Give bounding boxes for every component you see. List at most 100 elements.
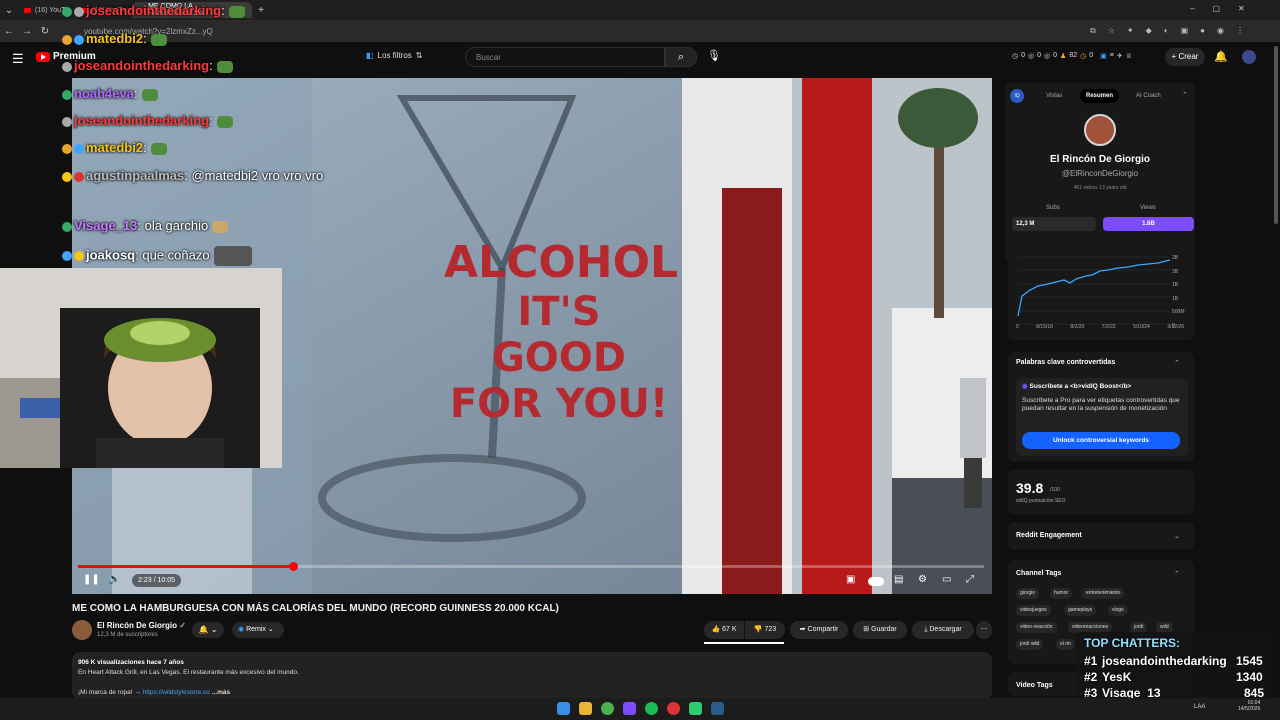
chat-message: agustinpaalmas: @matedbi2 vro vro vro bbox=[62, 168, 323, 183]
chat-username: joseandointhedarking bbox=[74, 58, 210, 73]
input-language[interactable]: LAA bbox=[1194, 704, 1205, 710]
bookmark-star-icon[interactable]: ☆ bbox=[1108, 26, 1115, 36]
youtube-icon bbox=[24, 7, 31, 13]
subs-toggle[interactable]: 12,3 M bbox=[1012, 217, 1096, 231]
start-menu-icon[interactable] bbox=[557, 702, 570, 715]
show-more-link[interactable]: ...más bbox=[212, 689, 230, 696]
theater-mode-icon[interactable]: ▭ bbox=[942, 574, 951, 585]
video-description[interactable]: 906 K visualizaciones hace 7 años En Hea… bbox=[72, 652, 992, 700]
profile-icon[interactable]: ◉ bbox=[1217, 26, 1224, 36]
app-icon[interactable] bbox=[689, 702, 702, 715]
vidiq-player-icon[interactable]: ▣ bbox=[846, 574, 855, 585]
chart-gridlines bbox=[1018, 256, 1170, 325]
autoplay-toggle[interactable] bbox=[868, 577, 884, 586]
subs-label: Subs bbox=[1046, 205, 1060, 211]
maximize-icon[interactable]: ▢ bbox=[1212, 4, 1220, 13]
reload-icon[interactable]: ↻ bbox=[36, 26, 54, 37]
create-button[interactable]: + Crear bbox=[1165, 48, 1205, 66]
chat-username: matedbi2 bbox=[86, 140, 144, 155]
extension-icon[interactable]: ◐ bbox=[1164, 26, 1169, 36]
extension-icon[interactable]: ● bbox=[1200, 26, 1205, 36]
channel-tag[interactable]: humor bbox=[1050, 588, 1073, 599]
subtitles-icon[interactable]: ▤ bbox=[894, 574, 903, 585]
browser-menu-icon[interactable]: ⋮ bbox=[1236, 26, 1244, 36]
more-actions-icon[interactable]: ⋯ bbox=[976, 621, 992, 639]
system-clock[interactable]: 01:04 14/5/2026 bbox=[1238, 700, 1260, 712]
close-icon[interactable]: ✕ bbox=[1238, 4, 1245, 13]
channel-tag[interactable]: gameplays bbox=[1064, 605, 1097, 616]
chat-badge-icon bbox=[62, 6, 72, 17]
chat-username: joakosq bbox=[86, 247, 136, 263]
save-button[interactable]: ⊞ Guardar bbox=[853, 621, 907, 639]
chrome-icon[interactable] bbox=[601, 702, 614, 715]
channel-tag[interactable]: videojuegos bbox=[1016, 605, 1051, 616]
chat-username: joseandointhedarking bbox=[86, 3, 222, 18]
app-icon[interactable] bbox=[667, 702, 680, 715]
channel-tag[interactable]: jordi wild bbox=[1016, 639, 1044, 650]
remix-button[interactable]: ◉ Remix ⌄ bbox=[232, 622, 284, 638]
vidiq-channel-meta: 461 videos 13 years old bbox=[1073, 185, 1127, 191]
notifications-bell-icon[interactable]: 🔔 bbox=[1214, 50, 1228, 63]
expand-chevron-icon[interactable]: ⌄ bbox=[1174, 532, 1180, 540]
microphone-icon[interactable]: 🎙 bbox=[707, 49, 721, 62]
search-icon[interactable]: ⌕ bbox=[665, 47, 697, 67]
download-button[interactable]: ⤓ Descargar bbox=[912, 621, 974, 639]
views-toggle[interactable]: 1.6B bbox=[1103, 217, 1194, 231]
trophy-icon[interactable]: ♕ bbox=[1126, 52, 1132, 60]
vidiq-channel-avatar bbox=[1084, 114, 1116, 146]
vidiq-icon[interactable]: ▣ bbox=[1100, 52, 1107, 60]
collapse-chevron-icon[interactable]: ⌃ bbox=[1174, 359, 1180, 367]
chat-message: noah4eva: bbox=[62, 86, 158, 101]
dislike-button[interactable]: 👎 723 bbox=[745, 621, 785, 639]
volume-icon[interactable]: 🔈 bbox=[108, 574, 120, 585]
forward-icon[interactable]: → bbox=[18, 26, 36, 37]
user-avatar[interactable] bbox=[1242, 50, 1256, 64]
settings-gear-icon[interactable]: ⚙ bbox=[918, 574, 927, 585]
channel-tag[interactable]: entretenimiento bbox=[1082, 588, 1125, 599]
spotify-icon[interactable] bbox=[645, 702, 658, 715]
tab-vistas[interactable]: Vistas bbox=[1040, 89, 1068, 103]
hamburger-menu-icon[interactable]: ☰ bbox=[12, 51, 24, 67]
tab-ai-coach[interactable]: AI Coach bbox=[1130, 89, 1167, 103]
channel-tag[interactable]: giorgio bbox=[1016, 588, 1040, 599]
vidiq-channel-name: El Rincón De Giorgio bbox=[1049, 154, 1150, 165]
stat-icon: ◷ bbox=[1080, 53, 1087, 60]
list-icon[interactable]: ≡ bbox=[1110, 52, 1114, 60]
tab-list-icon[interactable]: ⌄ bbox=[0, 5, 18, 16]
cast-icon[interactable]: ⧉ bbox=[1090, 26, 1096, 36]
top-chatter-name: YesK bbox=[1102, 670, 1132, 684]
pause-icon[interactable]: ❚❚ bbox=[83, 574, 100, 585]
progress-bar-fill bbox=[78, 565, 293, 568]
back-icon[interactable]: ← bbox=[0, 26, 18, 37]
unlock-keywords-button[interactable]: Unlock controversial keywords bbox=[1022, 432, 1180, 449]
description-link[interactable]: https://wildstylestore.co bbox=[143, 689, 210, 696]
like-button[interactable]: 👍 67 K bbox=[704, 621, 744, 639]
extension-icon[interactable]: ✦ bbox=[1127, 26, 1134, 36]
file-explorer-icon[interactable] bbox=[579, 702, 592, 715]
collapse-chevron-icon[interactable]: ⌃ bbox=[1174, 570, 1180, 578]
subscribed-bell-button[interactable]: 🔔 ⌄ bbox=[192, 622, 224, 638]
page-scrollbar[interactable] bbox=[1274, 46, 1278, 224]
channel-name[interactable]: El Rincón De Giorgio ✓ bbox=[97, 621, 186, 630]
extension-icon[interactable]: ◆ bbox=[1146, 26, 1152, 36]
filters-button[interactable]: ◧ Los filtros ⇅ bbox=[366, 51, 423, 60]
collapse-chevron-icon[interactable]: ⌃ bbox=[1182, 91, 1188, 99]
views-label: Views bbox=[1140, 205, 1156, 211]
rocket-icon[interactable]: ✈ bbox=[1117, 52, 1123, 60]
steam-icon[interactable] bbox=[711, 702, 724, 715]
channel-tag[interactable]: video-reacción bbox=[1016, 622, 1057, 633]
channel-avatar[interactable] bbox=[72, 620, 92, 640]
channel-tag[interactable]: el rin bbox=[1056, 639, 1075, 650]
search-input[interactable]: Buscar bbox=[465, 47, 665, 67]
minimize-icon[interactable]: – bbox=[1190, 4, 1194, 13]
fullscreen-icon[interactable]: ⤢ bbox=[966, 574, 974, 585]
share-button[interactable]: ➦ Compartir bbox=[790, 621, 848, 639]
tab-resumen[interactable]: Resumen bbox=[1080, 89, 1120, 103]
progress-scrubber-handle[interactable] bbox=[288, 562, 298, 571]
channel-tag[interactable]: vlogs bbox=[1108, 605, 1128, 616]
top-chatter-count: 1545 bbox=[1236, 654, 1263, 668]
stat-icon: ◷ bbox=[1012, 53, 1019, 60]
extension-icon[interactable]: ▣ bbox=[1181, 26, 1189, 36]
new-tab-icon[interactable]: + bbox=[252, 5, 270, 16]
discord-icon[interactable] bbox=[623, 702, 636, 715]
